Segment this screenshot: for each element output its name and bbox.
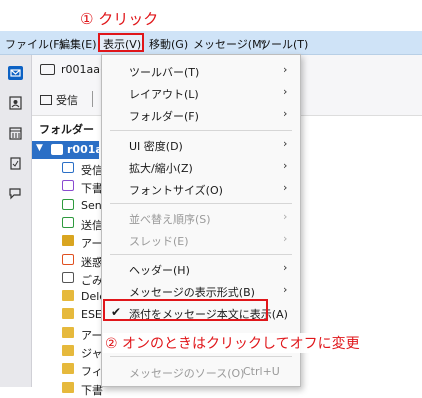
- menu-message[interactable]: メッセージ(M): [193, 36, 266, 52]
- folder-pane-header: フォルダー: [39, 123, 94, 136]
- folder-item-label: ごみ: [81, 273, 103, 287]
- account-tab-label[interactable]: r001aa(: [61, 63, 104, 76]
- folder-item[interactable]: Sen: [62, 197, 102, 215]
- menu-item-label: レイアウト(L): [129, 88, 199, 101]
- menu-item-label: UI 密度(D): [129, 140, 183, 153]
- account-icon: [51, 144, 63, 155]
- folder-icon: [62, 326, 74, 338]
- chevron-right-icon: ›: [283, 137, 288, 150]
- folder-icon: [62, 345, 74, 356]
- menu-item-label: フォントサイズ(O): [129, 184, 223, 197]
- archive-icon: [62, 235, 74, 247]
- menu-item-layout[interactable]: レイアウト(L) ›: [102, 82, 300, 104]
- folder-item[interactable]: ごみ: [62, 270, 103, 288]
- menu-edit[interactable]: 編集(E): [59, 36, 97, 52]
- menu-item-ui-density[interactable]: UI 密度(D) ›: [102, 134, 300, 156]
- chevron-right-icon: ›: [283, 85, 288, 98]
- folder-item-label: 送信: [81, 218, 103, 232]
- folder-item-label: アー: [81, 237, 103, 251]
- mail-space-icon[interactable]: [8, 66, 23, 80]
- folder-item-label: 下書: [81, 383, 103, 397]
- folder-item[interactable]: ESE: [62, 306, 102, 324]
- menu-item-sort: 並べ替え順序(S) ›: [102, 207, 300, 229]
- menu-separator: [110, 203, 292, 204]
- folder-item-label: 下書: [81, 182, 103, 196]
- menu-item-label: ヘッダー(H): [129, 264, 190, 277]
- menu-separator: [110, 356, 292, 357]
- folder-account-row[interactable]: ▼ r001aa: [32, 141, 110, 159]
- chevron-right-icon: ›: [283, 107, 288, 120]
- account-mail-icon: [40, 64, 55, 75]
- folder-icon: [62, 308, 74, 320]
- menu-item-label: 並べ替え順序(S): [129, 213, 211, 226]
- attachments-highlight-box: [103, 299, 268, 321]
- menu-separator: [110, 130, 292, 131]
- chevron-right-icon: ›: [283, 232, 288, 245]
- chevron-down-icon[interactable]: ▼: [36, 143, 43, 153]
- folder-item-label: フィ: [81, 365, 103, 379]
- folder-item[interactable]: アー: [62, 325, 102, 343]
- folder-item[interactable]: 迷惑: [62, 252, 103, 270]
- menu-item-label: フォルダー(F): [129, 110, 199, 123]
- folder-icon: [62, 381, 74, 393]
- menu-item-shortcut: Ctrl+U: [243, 365, 280, 378]
- menu-view[interactable]: 表示(V): [103, 36, 141, 52]
- menu-item-zoom[interactable]: 拡大/縮小(Z) ›: [102, 156, 300, 178]
- menu-item-source: メッセージのソース(O) Ctrl+U: [102, 361, 300, 383]
- folder-item[interactable]: Dele: [62, 288, 106, 306]
- folder-item-label: Sen: [81, 198, 102, 212]
- chevron-right-icon: ›: [283, 283, 288, 296]
- chevron-right-icon: ›: [283, 63, 288, 76]
- spaces-toolbar: [0, 55, 32, 387]
- folder-item[interactable]: 受信: [62, 160, 103, 178]
- folder-item[interactable]: 下書: [62, 178, 103, 196]
- folder-item[interactable]: アー: [62, 233, 102, 251]
- folder-item-label: ESE: [81, 308, 102, 322]
- folder-item[interactable]: フィ: [62, 361, 103, 379]
- chevron-right-icon: ›: [283, 261, 288, 274]
- chevron-right-icon: ›: [283, 181, 288, 194]
- folder-item[interactable]: 送信: [62, 215, 103, 233]
- menu-file[interactable]: ファイル(F): [5, 36, 64, 52]
- menu-item-label: メッセージの表示形式(B): [129, 286, 255, 299]
- toolbar-divider: [92, 91, 93, 107]
- sent-icon: [62, 216, 74, 228]
- get-messages-icon: [40, 95, 52, 105]
- tasks-icon[interactable]: [8, 156, 23, 170]
- annotation-step1: ① クリック: [80, 10, 159, 28]
- folder-icon: [62, 363, 74, 375]
- chevron-right-icon: ›: [283, 159, 288, 172]
- folder-item[interactable]: ジャ: [62, 343, 102, 361]
- folder-item-label: 迷惑: [81, 255, 103, 269]
- address-book-icon[interactable]: [8, 96, 23, 110]
- folder-item-label: 受信: [81, 164, 103, 177]
- get-messages-button[interactable]: 受信: [56, 92, 78, 108]
- folder-item-label: アー: [81, 328, 103, 342]
- menu-item-label: スレッド(E): [129, 235, 189, 248]
- menu-item-label: 拡大/縮小(Z): [129, 162, 193, 175]
- menu-item-font-size[interactable]: フォントサイズ(O) ›: [102, 178, 300, 200]
- trash-icon: [62, 271, 74, 283]
- calendar-icon[interactable]: [8, 126, 23, 140]
- menu-separator: [110, 254, 292, 255]
- folder-icon: [62, 290, 74, 302]
- menu-item-headers[interactable]: ヘッダー(H) ›: [102, 258, 300, 280]
- folder-item-label: ジャ: [81, 347, 103, 360]
- menu-item-threads: スレッド(E) ›: [102, 229, 300, 251]
- junk-icon: [62, 253, 74, 265]
- chat-icon[interactable]: [8, 186, 23, 200]
- menu-item-label: メッセージのソース(O): [129, 367, 245, 380]
- annotation-step2: ② オンのときはクリックしてオフに変更: [103, 333, 362, 353]
- inbox-icon: [62, 162, 74, 173]
- drafts-icon: [62, 180, 74, 192]
- menu-item-toolbar[interactable]: ツールバー(T) ›: [102, 60, 300, 82]
- menu-go[interactable]: 移動(G): [149, 36, 188, 52]
- menu-item-label: ツールバー(T): [129, 66, 200, 79]
- chevron-right-icon: ›: [283, 210, 288, 223]
- menu-tools[interactable]: ツール(T): [260, 36, 308, 52]
- menu-item-folder[interactable]: フォルダー(F) ›: [102, 104, 300, 126]
- sent-icon: [62, 198, 74, 210]
- folder-item[interactable]: 下書: [62, 380, 103, 398]
